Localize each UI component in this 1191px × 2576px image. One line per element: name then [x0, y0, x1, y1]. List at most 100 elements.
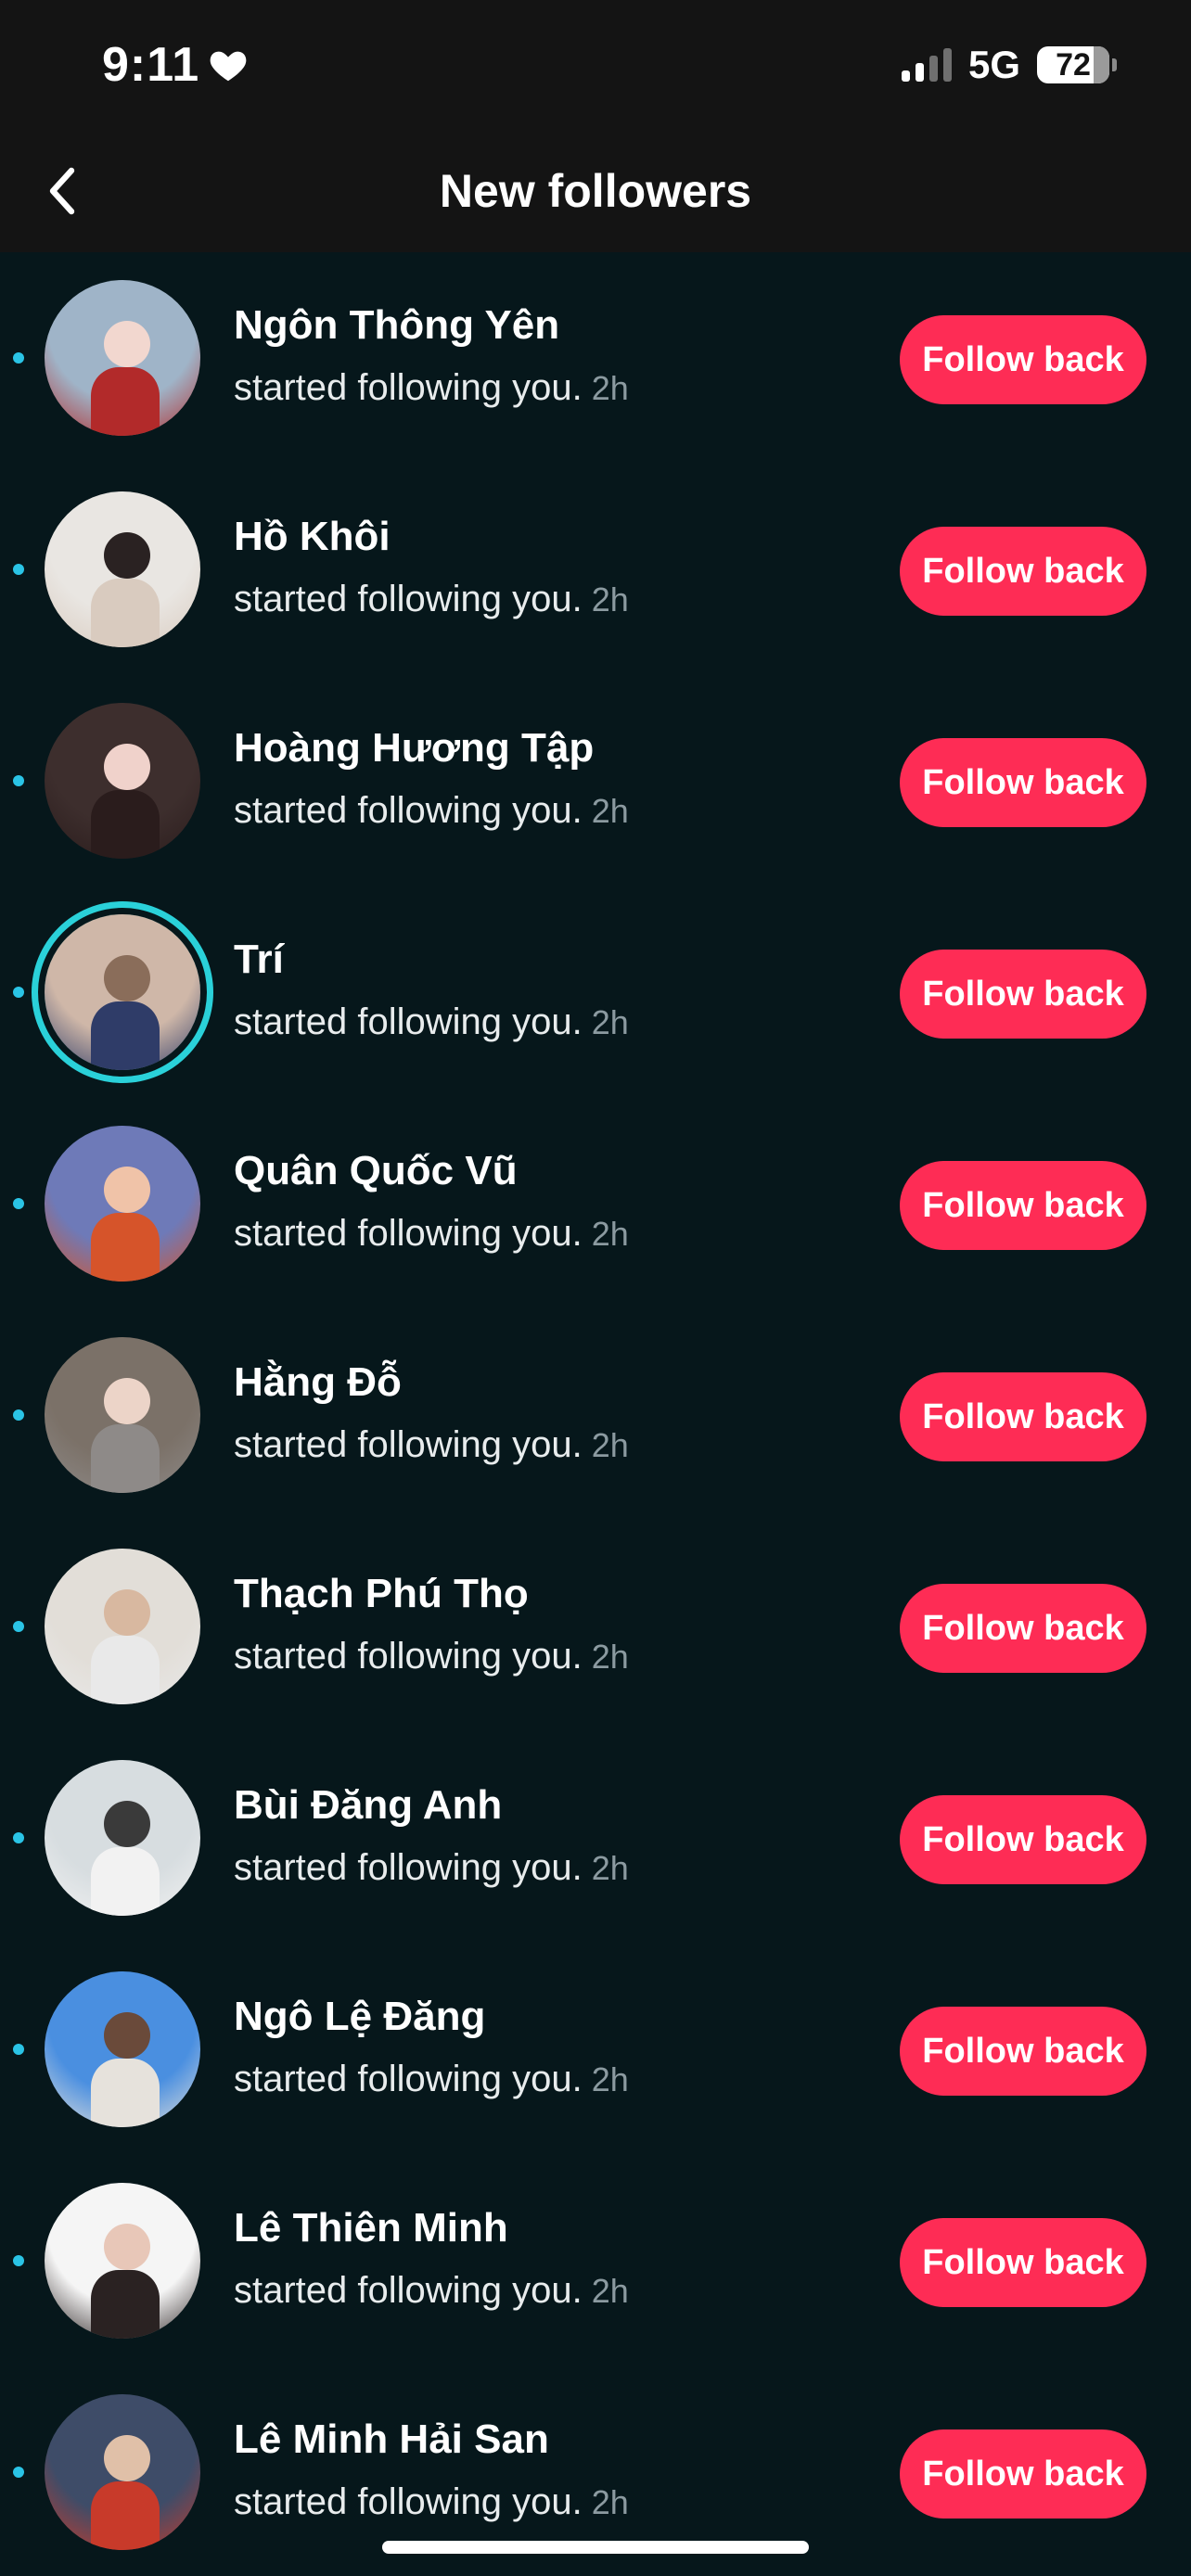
- follow-activity-text: started following you.: [234, 579, 583, 619]
- follower-name[interactable]: Lê Minh Hải San: [234, 2417, 549, 2463]
- follower-row[interactable]: Hằng Đỗ started following you. 2h Follow …: [0, 1309, 1191, 1521]
- followers-list: Ngôn Thông Yên started following you. 2h …: [0, 252, 1191, 2576]
- avatar[interactable]: [45, 2183, 200, 2339]
- follow-back-button[interactable]: Follow back: [900, 315, 1146, 404]
- follow-activity-text: started following you.: [234, 1213, 583, 1254]
- follower-row[interactable]: Thạch Phú Thọ started following you. 2h F…: [0, 1521, 1191, 1732]
- avatar[interactable]: [45, 1126, 200, 1282]
- follow-activity: started following you. 2h: [234, 367, 629, 409]
- follow-back-button[interactable]: Follow back: [900, 2429, 1146, 2519]
- unread-dot: [13, 775, 24, 786]
- follower-row[interactable]: Hoàng Hương Tập started following you. 2h…: [0, 675, 1191, 886]
- battery-percent: 72: [1056, 46, 1091, 83]
- follow-time: 2h: [591, 2483, 629, 2521]
- top-bar: 9:11 5G 72 New followers: [0, 0, 1191, 252]
- follow-activity: started following you. 2h: [234, 1424, 629, 1466]
- follower-row[interactable]: Bùi Đăng Anh started following you. 2h Fo…: [0, 1732, 1191, 1944]
- follower-row[interactable]: Ngô Lệ Đăng started following you. 2h Fol…: [0, 1944, 1191, 2155]
- status-time-text: 9:11: [102, 38, 200, 92]
- avatar[interactable]: [45, 914, 200, 1070]
- unread-dot: [13, 987, 24, 998]
- follow-time: 2h: [591, 1849, 629, 1887]
- follow-activity-text: started following you.: [234, 2059, 583, 2099]
- follow-time: 2h: [591, 792, 629, 830]
- follow-time: 2h: [591, 1215, 629, 1253]
- avatar[interactable]: [45, 1971, 200, 2127]
- follower-row[interactable]: Ngôn Thông Yên started following you. 2h …: [0, 252, 1191, 464]
- unread-dot: [13, 564, 24, 575]
- follow-back-button[interactable]: Follow back: [900, 1795, 1146, 1884]
- follower-row[interactable]: Hồ Khôi started following you. 2h Follow …: [0, 464, 1191, 675]
- network-type: 5G: [967, 43, 1020, 86]
- unread-dot: [13, 2467, 24, 2478]
- follow-back-button[interactable]: Follow back: [900, 950, 1146, 1039]
- follow-back-button[interactable]: Follow back: [900, 2007, 1146, 2096]
- unread-dot: [13, 1832, 24, 1843]
- follow-time: 2h: [591, 2060, 629, 2098]
- follower-name[interactable]: Quân Quốc Vũ: [234, 1148, 518, 1194]
- follow-activity-text: started following you.: [234, 2481, 583, 2522]
- avatar[interactable]: [45, 2394, 200, 2550]
- follow-time: 2h: [591, 369, 629, 407]
- follow-back-button[interactable]: Follow back: [900, 738, 1146, 827]
- follow-activity-text: started following you.: [234, 2270, 583, 2311]
- unread-dot: [13, 352, 24, 363]
- follower-name[interactable]: Thạch Phú Thọ: [234, 1571, 529, 1617]
- follow-back-button[interactable]: Follow back: [900, 1161, 1146, 1250]
- page-title: New followers: [439, 165, 752, 217]
- avatar[interactable]: [45, 1549, 200, 1704]
- follow-activity: started following you. 2h: [234, 1636, 629, 1677]
- battery-icon: 72: [1037, 46, 1117, 83]
- avatar[interactable]: [45, 703, 200, 859]
- avatar[interactable]: [45, 491, 200, 647]
- follow-activity: started following you. 2h: [234, 790, 629, 832]
- follow-activity-text: started following you.: [234, 1636, 583, 1677]
- new-followers-screen: 9:11 5G 72 New followers Ngôn Thông Yên …: [0, 0, 1191, 2576]
- follow-activity: started following you. 2h: [234, 2059, 629, 2100]
- cellular-signal-icon: [901, 48, 952, 82]
- follow-activity-text: started following you.: [234, 790, 583, 831]
- heart-icon: [210, 51, 247, 82]
- follower-name[interactable]: Trí: [234, 937, 284, 983]
- follow-time: 2h: [591, 580, 629, 618]
- follow-back-button[interactable]: Follow back: [900, 1372, 1146, 1461]
- follower-row[interactable]: Lê Thiên Minh started following you. 2h F…: [0, 2155, 1191, 2366]
- follower-name[interactable]: Ngô Lệ Đăng: [234, 1994, 485, 2040]
- avatar[interactable]: [45, 1760, 200, 1916]
- unread-dot: [13, 1621, 24, 1632]
- follow-activity-text: started following you.: [234, 367, 583, 408]
- status-indicators: 5G 72: [901, 43, 1117, 87]
- follow-activity: started following you. 2h: [234, 1847, 629, 1889]
- follow-activity-text: started following you.: [234, 1001, 583, 1042]
- follower-row[interactable]: Trí started following you. 2h Follow back: [0, 886, 1191, 1098]
- avatar[interactable]: [45, 280, 200, 436]
- home-indicator[interactable]: [382, 2541, 809, 2554]
- avatar[interactable]: [45, 1337, 200, 1493]
- follower-name[interactable]: Bùi Đăng Anh: [234, 1782, 502, 1829]
- unread-dot: [13, 1409, 24, 1421]
- status-time: 9:11: [102, 37, 250, 93]
- follower-name[interactable]: Hồ Khôi: [234, 514, 391, 560]
- unread-dot: [13, 2044, 24, 2055]
- follower-name[interactable]: Hằng Đỗ: [234, 1359, 402, 1406]
- follow-back-button[interactable]: Follow back: [900, 527, 1146, 616]
- follower-name[interactable]: Ngôn Thông Yên: [234, 302, 559, 349]
- follow-back-button[interactable]: Follow back: [900, 1584, 1146, 1673]
- follow-back-button[interactable]: Follow back: [900, 2218, 1146, 2307]
- follow-activity: started following you. 2h: [234, 1001, 629, 1043]
- follow-activity: started following you. 2h: [234, 2481, 629, 2523]
- follow-activity: started following you. 2h: [234, 579, 629, 620]
- unread-dot: [13, 1198, 24, 1209]
- follow-time: 2h: [591, 2272, 629, 2310]
- follow-activity: started following you. 2h: [234, 1213, 629, 1255]
- follower-name[interactable]: Lê Thiên Minh: [234, 2205, 508, 2251]
- follow-time: 2h: [591, 1638, 629, 1676]
- follow-activity-text: started following you.: [234, 1424, 583, 1465]
- unread-dot: [13, 2255, 24, 2266]
- follow-activity: started following you. 2h: [234, 2270, 629, 2312]
- follow-time: 2h: [591, 1003, 629, 1041]
- follower-row[interactable]: Quân Quốc Vũ started following you. 2h Fo…: [0, 1098, 1191, 1309]
- follow-activity-text: started following you.: [234, 1847, 583, 1888]
- follow-time: 2h: [591, 1426, 629, 1464]
- follower-name[interactable]: Hoàng Hương Tập: [234, 725, 594, 772]
